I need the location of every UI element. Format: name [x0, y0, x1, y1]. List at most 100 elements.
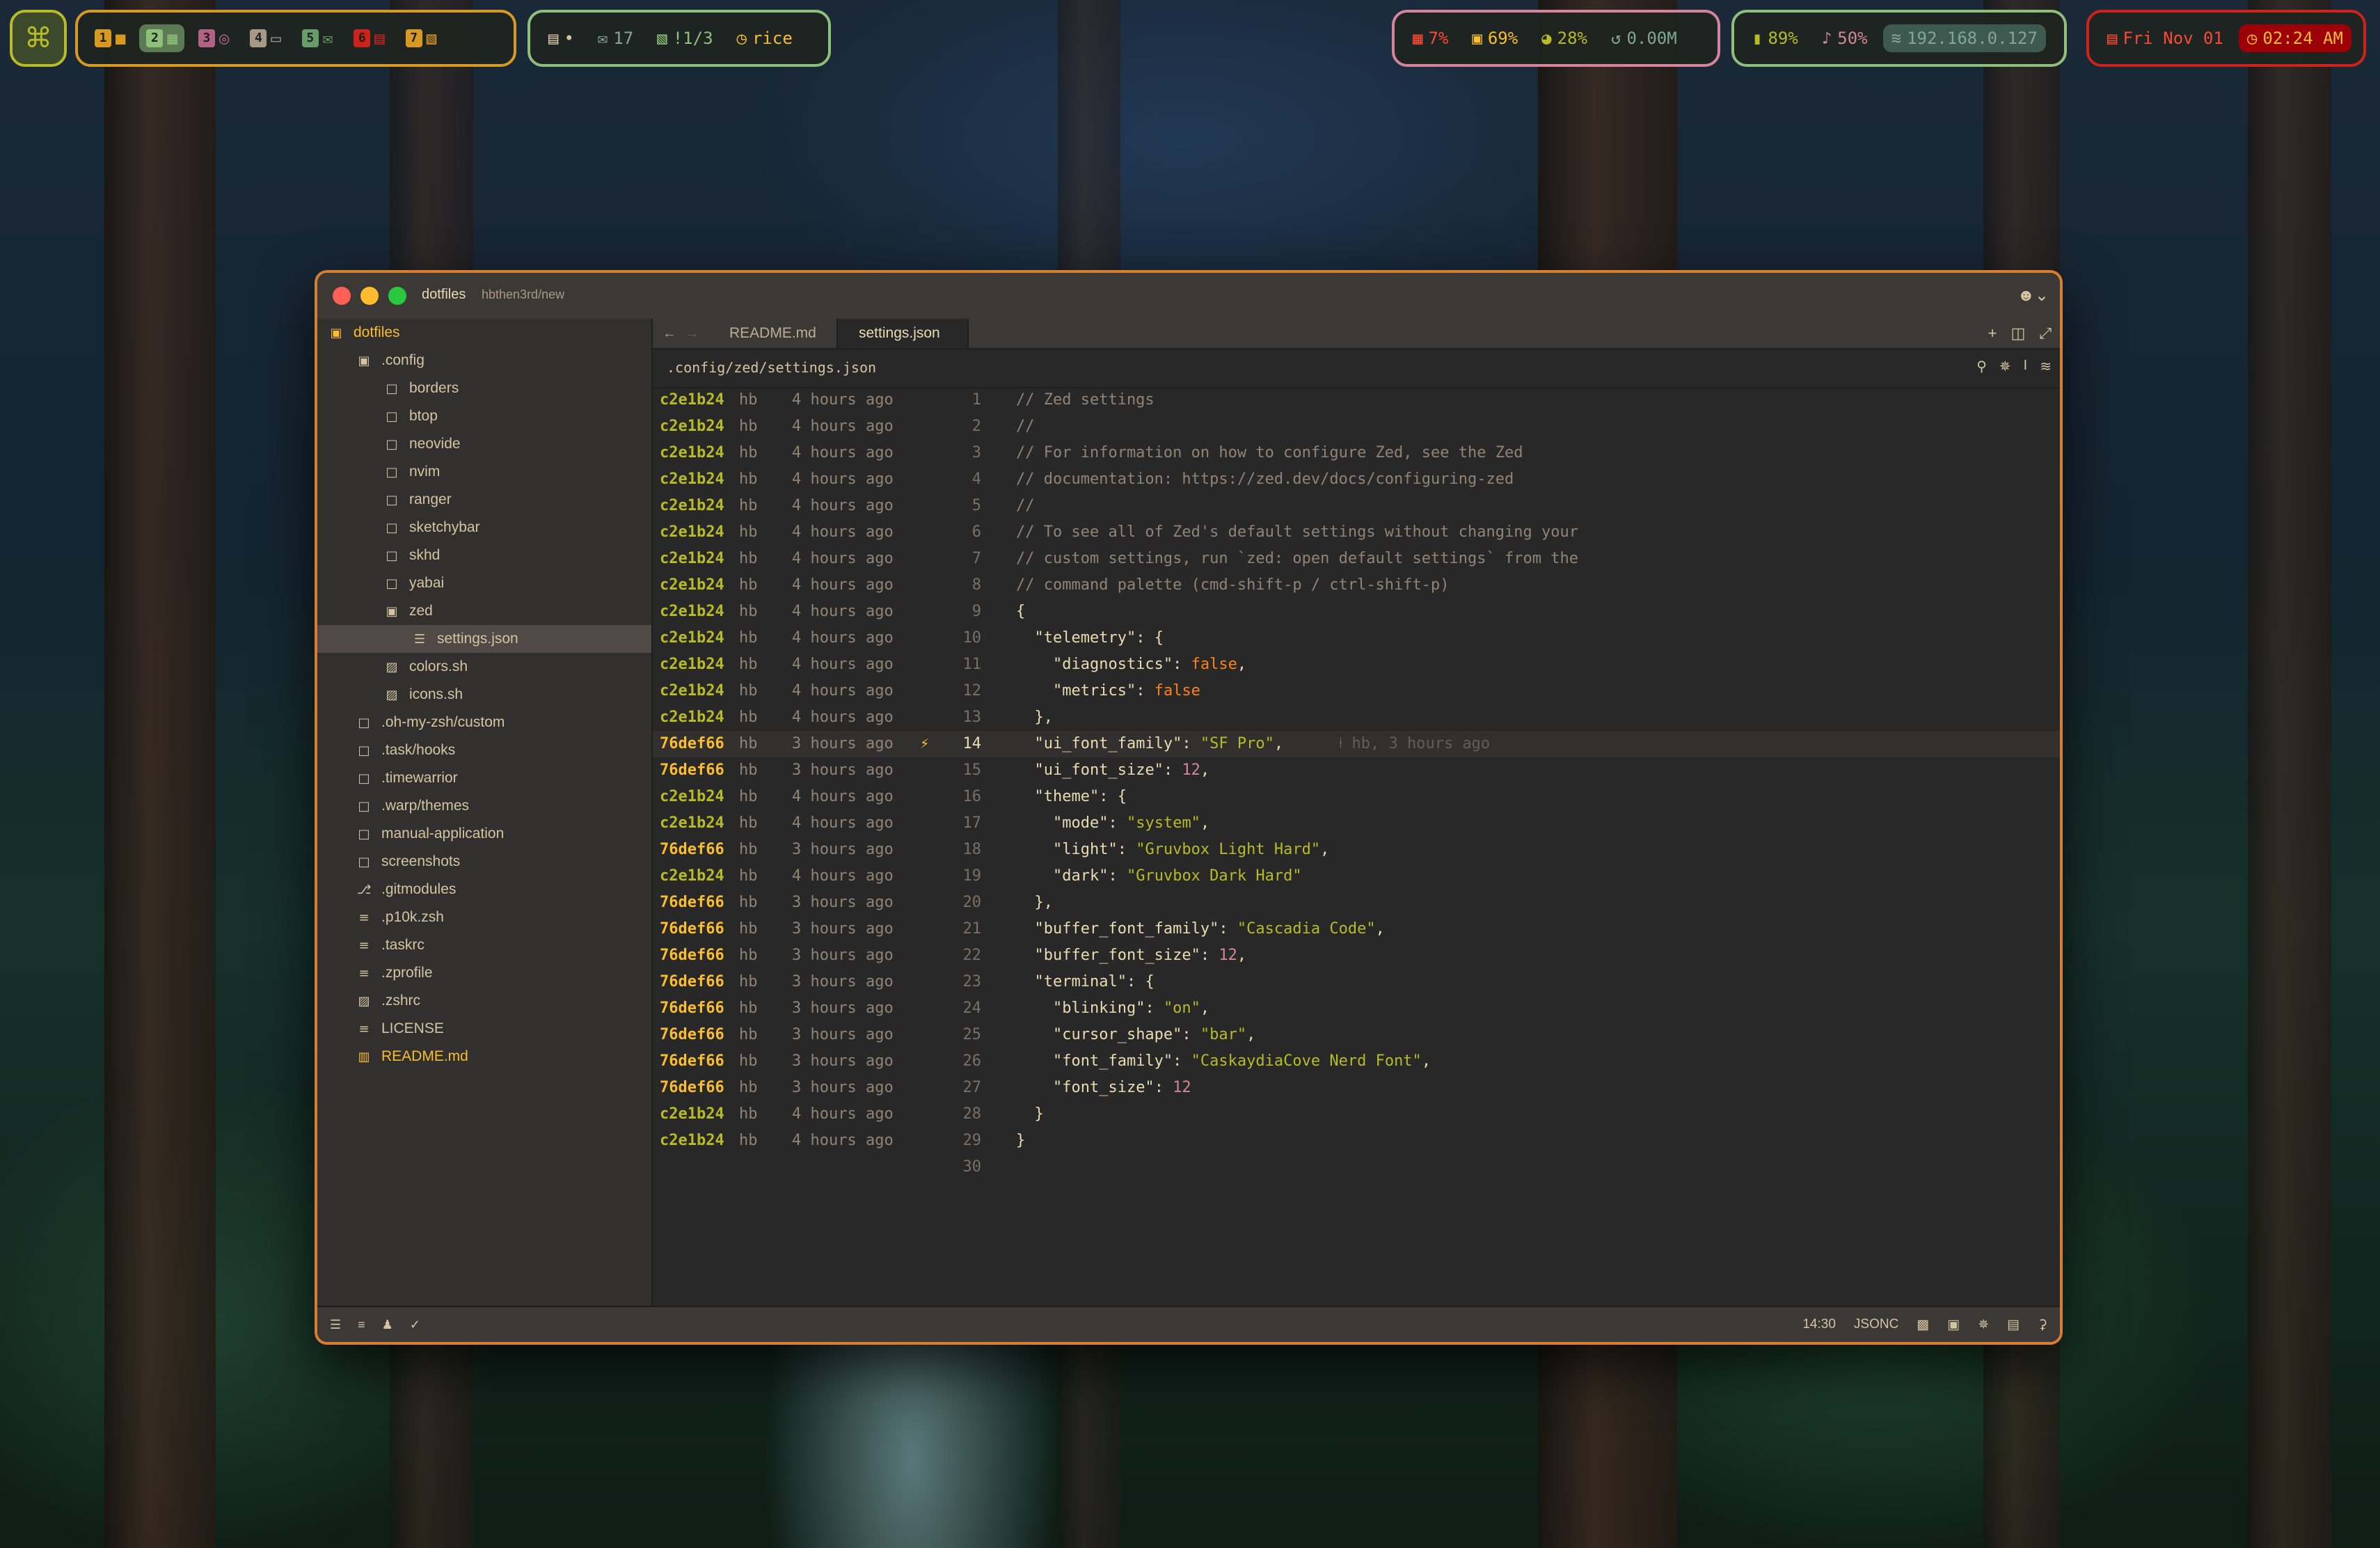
cursor-position[interactable]: 14:30: [1802, 1317, 1836, 1332]
mail-indicator[interactable]: ✉ 17: [589, 24, 642, 52]
settings-sliders-icon[interactable]: ≋: [2040, 358, 2052, 375]
blame-commit-hash[interactable]: c2e1b24: [660, 519, 724, 546]
disk-indicator[interactable]: ◕ 28%: [1533, 24, 1596, 52]
forward-arrow-icon[interactable]: →: [685, 319, 699, 348]
code-line[interactable]: c2e1b24 hb 4 hours ago 7 // custom settings,…: [653, 546, 2060, 572]
blame-commit-hash[interactable]: c2e1b24: [660, 493, 724, 519]
blame-commit-hash[interactable]: 76def66: [660, 1048, 724, 1075]
code-line[interactable]: c2e1b24 hb 4 hours ago 29}: [653, 1128, 2060, 1154]
blame-commit-hash[interactable]: c2e1b24: [660, 599, 724, 625]
code-line[interactable]: c2e1b24 hb 4 hours ago 11 "diagnostics": fa…: [653, 651, 2060, 678]
blame-commit-hash[interactable]: c2e1b24: [660, 678, 724, 704]
code-line[interactable]: 76def66 hb 3 hours ago 24 "blinking": "on",: [653, 995, 2060, 1022]
blame-commit-hash[interactable]: c2e1b24: [660, 440, 724, 466]
cpu-indicator[interactable]: ▦ 7%: [1404, 24, 1457, 52]
back-arrow-icon[interactable]: ←: [663, 319, 676, 348]
check-icon[interactable]: ✓: [410, 1318, 420, 1332]
blame-commit-hash[interactable]: c2e1b24: [660, 1101, 724, 1128]
code-line[interactable]: c2e1b24 hb 4 hours ago 16 "theme": {: [653, 784, 2060, 810]
project-panel-toggle-icon[interactable]: ☰: [330, 1318, 341, 1332]
code-line[interactable]: c2e1b24 hb 4 hours ago 9 {: [653, 599, 2060, 625]
blame-commit-hash[interactable]: 76def66: [660, 1075, 724, 1101]
workspace-2[interactable]: 2 ▦: [139, 24, 184, 52]
blame-commit-hash[interactable]: c2e1b24: [660, 784, 724, 810]
date-indicator[interactable]: ▤ Fri Nov 01: [2099, 24, 2232, 52]
tree-item[interactable]: □ .oh-my-zsh/custom: [317, 709, 651, 736]
code-line[interactable]: 76def66 hb 3 hours ago 25 "cursor_shape": "…: [653, 1022, 2060, 1048]
tree-item[interactable]: ☰ settings.json: [317, 625, 651, 653]
code-line[interactable]: 76def66 hb 3 hours ago 26 "font_family": "C…: [653, 1048, 2060, 1075]
blame-commit-hash[interactable]: c2e1b24: [660, 625, 724, 651]
blame-commit-hash[interactable]: 76def66: [660, 757, 724, 784]
blame-commit-hash[interactable]: 76def66: [660, 1022, 724, 1048]
code-line[interactable]: c2e1b24 hb 4 hours ago 4 // documentation: h…: [653, 466, 2060, 493]
chat-icon[interactable]: ▤: [2007, 1317, 2020, 1333]
workspace-7[interactable]: 7 ▧: [399, 24, 443, 52]
tree-item[interactable]: ≡ .taskrc: [317, 931, 651, 959]
expand-icon[interactable]: ⤢: [2039, 324, 2052, 342]
blame-commit-hash[interactable]: c2e1b24: [660, 1128, 724, 1154]
assistant-sparkle-icon[interactable]: ✵: [1999, 358, 2011, 375]
code-line[interactable]: 76def66 hb 3 hours ago 18 "light": "Gruvbox…: [653, 837, 2060, 863]
tree-item[interactable]: □ ranger: [317, 486, 651, 514]
tree-item[interactable]: □ .warp/themes: [317, 792, 651, 820]
tree-item[interactable]: □ manual-application: [317, 820, 651, 848]
blame-commit-hash[interactable]: c2e1b24: [660, 466, 724, 493]
terminal-icon[interactable]: ▣: [1947, 1317, 1960, 1333]
blame-commit-hash[interactable]: 76def66: [660, 942, 724, 969]
blame-commit-hash[interactable]: 76def66: [660, 890, 724, 916]
code-line[interactable]: c2e1b24 hb 4 hours ago 3 // For information …: [653, 440, 2060, 466]
project-root[interactable]: ▣ dotfiles: [317, 319, 651, 347]
split-pane-icon[interactable]: ◫: [2011, 324, 2026, 342]
tree-item[interactable]: ▨ .zshrc: [317, 987, 651, 1015]
code-line[interactable]: c2e1b24 hb 4 hours ago 6 // To see all of Ze…: [653, 519, 2060, 546]
code-line[interactable]: 76def66 hb 3 hours ago 20 },: [653, 890, 2060, 916]
tasks-indicator[interactable]: ▧ !1/3: [649, 24, 721, 52]
code-line[interactable]: c2e1b24 hb 4 hours ago 13 },: [653, 704, 2060, 731]
volume-indicator[interactable]: ♪ 50%: [1814, 24, 1876, 52]
tree-item[interactable]: □ skhd: [317, 542, 651, 569]
outline-toggle-icon[interactable]: ≡: [358, 1318, 365, 1332]
maximize-window-button[interactable]: [388, 287, 406, 305]
network-indicator[interactable]: ↺ 0.00M: [1603, 24, 1685, 52]
code-line[interactable]: 76def66 hb 3 hours ago 23 "terminal": {: [653, 969, 2060, 995]
language-selector[interactable]: JSONC: [1854, 1317, 1898, 1332]
tree-item[interactable]: ▣ zed: [317, 597, 651, 625]
workspace-4[interactable]: 4 ▭: [243, 24, 287, 52]
code-line[interactable]: c2e1b24 hb 4 hours ago 28 }: [653, 1101, 2060, 1128]
minimize-window-button[interactable]: [360, 287, 379, 305]
code-line[interactable]: 76def66 hb 3 hours ago 22 "buffer_font_size…: [653, 942, 2060, 969]
blame-commit-hash[interactable]: 76def66: [660, 969, 724, 995]
code-line[interactable]: c2e1b24 hb 4 hours ago 19 "dark": "Gruvbox …: [653, 863, 2060, 890]
tab-readme[interactable]: README.md: [708, 319, 836, 348]
battery-indicator[interactable]: ▮ 89%: [1744, 24, 1807, 52]
git-branch[interactable]: hbthen3rd/new: [482, 287, 564, 302]
code-line[interactable]: c2e1b24 hb 4 hours ago 10 "telemetry": {: [653, 625, 2060, 651]
blame-commit-hash[interactable]: c2e1b24: [660, 413, 724, 440]
code-line[interactable]: 76def66 hb 3 hours ago 15 "ui_font_size": 1…: [653, 757, 2060, 784]
plus-icon[interactable]: +: [1988, 324, 1997, 342]
apple-menu-logo-icon[interactable]: ⌘: [10, 10, 67, 67]
title-bar[interactable]: dotfiles hbthen3rd/new ☻⌄: [317, 273, 2060, 320]
blame-commit-hash[interactable]: c2e1b24: [660, 863, 724, 890]
blame-commit-hash[interactable]: c2e1b24: [660, 810, 724, 837]
workspace-5[interactable]: 5 ✉: [295, 24, 340, 52]
tree-item[interactable]: □ borders: [317, 374, 651, 402]
tree-item[interactable]: ⎇ .gitmodules: [317, 876, 651, 903]
code-line[interactable]: c2e1b24 hb 4 hours ago 12 "metrics": false: [653, 678, 2060, 704]
blame-commit-hash[interactable]: c2e1b24: [660, 704, 724, 731]
blame-commit-hash[interactable]: 76def66: [660, 837, 724, 863]
tree-item[interactable]: ≡ .p10k.zsh: [317, 903, 651, 931]
copilot-icon[interactable]: ▩: [1917, 1317, 1929, 1333]
time-indicator[interactable]: ◷ 02:24 AM: [2238, 24, 2351, 52]
tree-item[interactable]: □ .task/hooks: [317, 736, 651, 764]
tree-item[interactable]: ▥ README.md: [317, 1043, 651, 1071]
code-line[interactable]: 30: [653, 1154, 2060, 1180]
collab-icon[interactable]: ♟: [382, 1318, 393, 1332]
code-line[interactable]: c2e1b24 hb 4 hours ago 5 //: [653, 493, 2060, 519]
code-line[interactable]: 76def66 hb 3 hours ago 27 "font_size": 12: [653, 1075, 2060, 1101]
tree-item[interactable]: □ .timewarrior: [317, 764, 651, 792]
tree-item[interactable]: ▨ icons.sh: [317, 681, 651, 709]
search-icon[interactable]: ⚲: [1976, 358, 1987, 375]
project-name[interactable]: dotfiles: [422, 287, 466, 303]
